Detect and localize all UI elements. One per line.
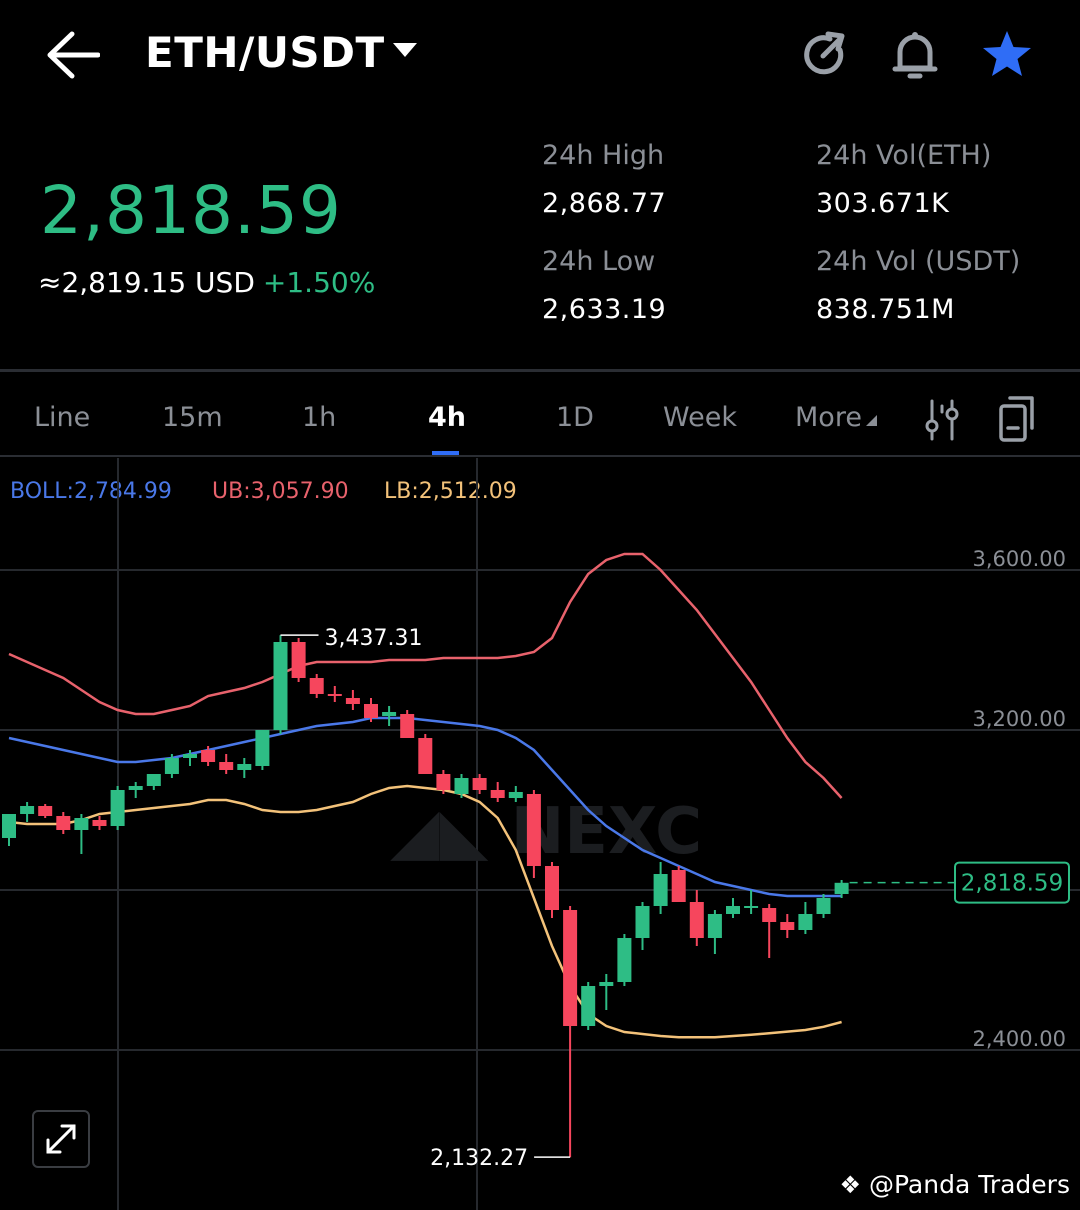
candle-body — [707, 914, 722, 938]
tab-1d[interactable]: 1D — [556, 402, 594, 433]
diamond-logo-icon: ❖ — [839, 1171, 862, 1199]
y-axis-label: 3,200.00 — [972, 707, 1066, 731]
section-divider — [0, 369, 1080, 372]
candlestick-chart[interactable]: ◢◣ NEXC 3,600.00 3,200.00 2,400.00 3,437.31 2… — [0, 458, 1080, 1210]
candle-body — [74, 818, 89, 830]
low-marker-label: 2,132.27 — [430, 1146, 528, 1171]
y-axis-label: 3,600.00 — [972, 547, 1066, 571]
candle-body — [273, 642, 288, 730]
tab-week[interactable]: Week — [663, 402, 737, 433]
candle-body — [309, 678, 324, 694]
candle-body — [291, 642, 306, 678]
candle-body — [563, 910, 578, 1026]
candle-body — [255, 730, 270, 766]
tab-line[interactable]: Line — [34, 402, 90, 433]
candle-body — [382, 712, 397, 716]
candle-body — [454, 778, 469, 794]
high-marker-label: 3,437.31 — [325, 626, 423, 651]
vol-eth-label: 24h Vol(ETH) — [816, 140, 992, 171]
candle-body — [219, 762, 234, 770]
candle-body — [635, 906, 650, 938]
candle-body — [762, 908, 777, 922]
candle-body — [418, 738, 433, 774]
candle-body — [146, 774, 161, 786]
credit-text: @Panda Traders — [868, 1170, 1070, 1199]
candle-body — [38, 806, 53, 816]
pair-label: ETH/USDT — [145, 28, 385, 77]
candle-body — [671, 870, 686, 902]
tab-more[interactable]: More — [795, 402, 877, 433]
candle-body — [400, 714, 415, 738]
tab-4h[interactable]: 4h — [428, 402, 466, 433]
candle-body — [653, 874, 668, 906]
candle-body — [110, 790, 125, 826]
back-arrow-icon[interactable] — [44, 30, 100, 80]
credit-watermark: ❖ @Panda Traders — [840, 1170, 1070, 1199]
candle-body — [92, 820, 107, 826]
candle-body — [56, 816, 71, 830]
high-label: 24h High — [542, 140, 665, 171]
copy-layout-icon[interactable] — [998, 394, 1038, 444]
vol-usdt-value: 838.751M — [816, 294, 955, 325]
tab-1h[interactable]: 1h — [302, 402, 336, 433]
candle-body — [364, 704, 378, 718]
candle-body — [128, 786, 143, 790]
last-price: 2,818.59 — [40, 172, 342, 249]
low-label: 24h Low — [542, 246, 656, 277]
trading-pair-selector[interactable]: ETH/USDT — [145, 28, 417, 77]
candle-body — [834, 882, 849, 894]
change-percent: +1.50% — [262, 266, 376, 299]
more-label: More — [795, 402, 862, 433]
exchange-watermark: ◢◣ NEXC — [390, 795, 702, 869]
high-value: 2,868.77 — [542, 188, 667, 219]
candle-body — [599, 982, 614, 986]
corner-caret-icon — [865, 415, 877, 426]
expand-icon — [46, 1124, 76, 1154]
candle-body — [545, 866, 559, 910]
refresh-share-icon[interactable] — [800, 30, 850, 80]
candle-body — [726, 906, 740, 914]
candle-body — [237, 764, 252, 770]
candle-body — [183, 754, 197, 758]
fullscreen-button[interactable] — [32, 1110, 90, 1168]
tabs-divider — [0, 455, 1080, 457]
candle-body — [581, 986, 596, 1026]
candle-body — [816, 898, 831, 914]
vol-usdt-label: 24h Vol (USDT) — [816, 246, 1021, 277]
candle-body — [164, 758, 179, 774]
star-icon[interactable] — [980, 28, 1034, 82]
candle-body — [2, 814, 16, 838]
candle-body — [20, 806, 35, 814]
candle-body — [345, 698, 360, 704]
usd-value: ≈2,819.15 USD — [38, 266, 255, 299]
low-value: 2,633.19 — [542, 294, 667, 325]
chevron-down-icon — [392, 42, 417, 57]
last-price-tag-label: 2,818.59 — [961, 871, 1063, 897]
candle-body — [327, 694, 342, 696]
candle-body — [490, 790, 505, 798]
candle-body — [744, 906, 759, 908]
candle-body — [689, 902, 704, 938]
indicator-settings-icon[interactable] — [924, 398, 960, 442]
vol-eth-value: 303.671K — [816, 188, 950, 219]
candle-body — [508, 792, 523, 798]
candle-body — [526, 794, 541, 866]
bell-icon[interactable] — [890, 28, 940, 82]
candle-body — [617, 938, 632, 982]
candle-body — [201, 750, 216, 762]
candle-body — [798, 914, 813, 930]
y-axis-label: 2,400.00 — [972, 1027, 1066, 1051]
candle-body — [436, 774, 451, 790]
candle-body — [780, 922, 795, 930]
usd-equivalent: ≈2,819.15 USD +1.50% — [38, 266, 375, 299]
candle-body — [472, 778, 487, 790]
tab-15m[interactable]: 15m — [162, 402, 223, 433]
